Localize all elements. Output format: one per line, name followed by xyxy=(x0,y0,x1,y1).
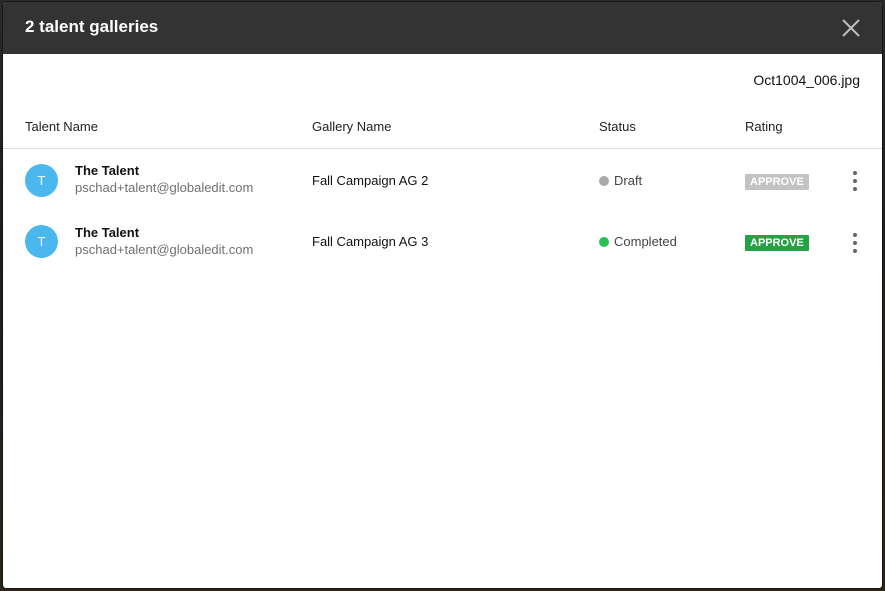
talent-email: pschad+talent@globaledit.com xyxy=(75,180,254,195)
talent-name: The Talent xyxy=(75,225,140,240)
status-label: Completed xyxy=(614,234,677,249)
modal-title: 2 talent galleries xyxy=(25,17,159,36)
status: Completed xyxy=(599,234,677,249)
column-header-rating: Rating xyxy=(745,119,783,134)
talent-name: The Talent xyxy=(75,163,140,178)
row-menu-button[interactable] xyxy=(849,170,861,192)
column-header-talent-name: Talent Name xyxy=(25,119,98,134)
rating-approve-badge[interactable]: APPROVE xyxy=(745,235,809,251)
status-dot-icon xyxy=(599,175,609,186)
row-menu-button[interactable] xyxy=(849,232,861,254)
status: Draft xyxy=(599,173,642,188)
close-icon xyxy=(842,19,860,37)
talent-galleries-modal: 2 talent galleries Oct1004_006.jpg Talen… xyxy=(3,2,882,588)
image-filename: Oct1004_006.jpg xyxy=(753,72,860,88)
rating-approve-badge[interactable]: APPROVE xyxy=(745,174,809,190)
avatar: T xyxy=(25,225,58,258)
avatar: T xyxy=(25,164,58,197)
status-dot-icon xyxy=(599,236,609,247)
talent-email: pschad+talent@globaledit.com xyxy=(75,242,254,257)
more-vertical-icon xyxy=(853,233,857,253)
column-header-gallery-name: Gallery Name xyxy=(312,119,392,134)
close-button[interactable] xyxy=(839,16,863,40)
gallery-name: Fall Campaign AG 2 xyxy=(312,173,429,188)
status-label: Draft xyxy=(614,173,643,188)
modal-header: 2 talent galleries xyxy=(3,2,882,54)
table-row[interactable]: T The Talent pschad+talent@globaledit.co… xyxy=(3,212,882,274)
table-row[interactable]: T The Talent pschad+talent@globaledit.co… xyxy=(3,150,882,212)
column-header-status: Status xyxy=(599,119,636,134)
header-divider xyxy=(3,148,882,149)
gallery-name: Fall Campaign AG 3 xyxy=(312,234,429,249)
more-vertical-icon xyxy=(853,171,857,191)
